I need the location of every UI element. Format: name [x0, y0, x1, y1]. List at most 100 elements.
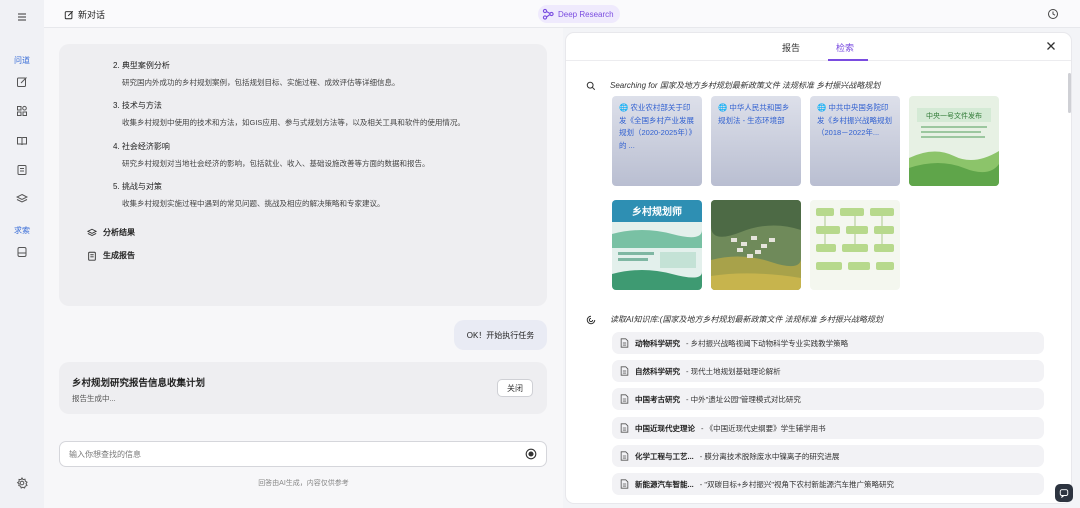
- plan-step-desc: 收集乡村规划中使用的技术和方法，如GIS应用、参与式规划方法等，以及相关工具和软…: [122, 118, 465, 127]
- doc-title: - 现代土地规划基础理论解析: [686, 366, 781, 376]
- rail-edit-button[interactable]: [0, 75, 44, 89]
- report-icon: [88, 251, 96, 261]
- action-analyze-results[interactable]: 分析结果: [87, 227, 135, 238]
- left-rail: 问道 求索: [0, 0, 44, 508]
- storage-icon: [17, 247, 27, 257]
- plan-step-desc: 研究乡村规划对当地社会经济的影响，包括就业、收入、基础设施改善等方面的数据和报告…: [122, 159, 430, 168]
- rail-grid-button[interactable]: [0, 104, 44, 118]
- history-icon[interactable]: [1047, 8, 1059, 20]
- list-item[interactable]: 动物科学研究 - 乡村振兴战略视阈下动物科学专业实践教学策略: [612, 332, 1044, 354]
- rail-storage-button[interactable]: [0, 245, 44, 259]
- document-icon: [620, 479, 629, 489]
- doc-title: - 中外"遗址公园"管理模式对比研究: [686, 394, 801, 404]
- thumb-heading: 乡村规划师: [632, 205, 682, 218]
- doc-category: 新能源汽车智能...: [635, 479, 694, 489]
- plan-step: 2. 典型案例分析 研究国内外成功的乡村规划案例，包括规划目标、实施过程、成效评…: [113, 60, 400, 87]
- search-query: 国家及地方乡村规划最新政策文件 法规标准 乡村振兴战略规划: [659, 81, 881, 90]
- menu-icon: [18, 13, 26, 21]
- close-icon[interactable]: [1045, 40, 1057, 52]
- layers-icon: [87, 228, 97, 236]
- panel-tabs: 报告 检索: [566, 33, 1071, 61]
- action-label: 分析结果: [103, 228, 135, 237]
- doc-category: 中国考古研究: [635, 394, 680, 404]
- document-icon: [620, 451, 629, 461]
- thumb-document-green[interactable]: 中央一号文件发布: [909, 96, 999, 186]
- rail-book-button[interactable]: [0, 134, 44, 148]
- plan-step-desc: 收集乡村规划实施过程中遇到的常见问题、挑战及相应的解决策略和专家建议。: [122, 199, 385, 208]
- top-bar: 新对话 Deep Research: [44, 0, 1080, 28]
- plan-step-title: 4. 社会经济影响: [113, 142, 170, 151]
- plan-step-title: 3. 技术与方法: [113, 101, 162, 110]
- doc-category: 动物科学研究: [635, 338, 680, 348]
- plan-card: 2. 典型案例分析 研究国内外成功的乡村规划案例，包括规划目标、实施过程、成效评…: [59, 44, 547, 306]
- search-result-link: 🌐 中华人民共和国乡规划法 - 生态环境部: [718, 103, 790, 125]
- doc-title: - 膜分离技术脱除废水中镍离子的研究进展: [699, 451, 840, 461]
- chat-input[interactable]: [69, 442, 509, 466]
- thumb-flowchart[interactable]: [810, 200, 900, 290]
- chat-panel: 2. 典型案例分析 研究国内外成功的乡村规划案例，包括规划目标、实施过程、成效评…: [44, 28, 563, 508]
- plan-step: 4. 社会经济影响 研究乡村规划对当地社会经济的影响，包括就业、收入、基础设施改…: [113, 141, 430, 168]
- edit-icon: [17, 77, 27, 87]
- document-icon: [620, 394, 629, 404]
- spinner-icon: [586, 315, 596, 324]
- tab-report[interactable]: 报告: [782, 41, 800, 54]
- status-card: 乡村规划研究报告信息收集计划 报告生成中... 关闭: [59, 362, 547, 414]
- scrollbar[interactable]: [1068, 73, 1071, 113]
- doc-category: 化学工程与工艺...: [635, 451, 694, 461]
- deep-research-label: Deep Research: [558, 9, 614, 19]
- new-chat-button[interactable]: 新对话: [64, 8, 105, 21]
- list-item[interactable]: 自然科学研究 - 现代土地规划基础理论解析: [612, 360, 1044, 382]
- plan-step: 3. 技术与方法 收集乡村规划中使用的技术和方法，如GIS应用、参与式规划方法等…: [113, 100, 465, 127]
- deep-research-badge[interactable]: Deep Research: [538, 5, 620, 23]
- search-result-card[interactable]: 🌐 农业农村部关于印发《全国乡村产业发展规划（2020-2025年）》的 ...: [612, 96, 702, 186]
- document-icon: [620, 338, 629, 348]
- kb-query: (国家及地方乡村规划最新政策文件 法规标准 乡村振兴战略规划: [659, 315, 883, 324]
- list-item[interactable]: 中国近现代史理论 - 《中国近现代史纲要》学生辅学用书: [612, 417, 1044, 439]
- document-icon: [620, 423, 629, 433]
- book-icon: [17, 137, 27, 146]
- doc-title: - 乡村振兴战略视阈下动物科学专业实践教学策略: [686, 338, 849, 348]
- doc-category: 自然科学研究: [635, 366, 680, 376]
- thumb-planner-poster[interactable]: 乡村规划师: [612, 200, 702, 290]
- tab-search[interactable]: 检索: [836, 41, 854, 54]
- layers-icon: [16, 193, 28, 203]
- search-result-card[interactable]: 🌐 中华人民共和国乡规划法 - 生态环境部: [711, 96, 801, 186]
- action-generate-report[interactable]: 生成报告: [87, 250, 135, 261]
- settings-icon: [16, 477, 28, 489]
- plan-step: 5. 挑战与对策 收集乡村规划实施过程中遇到的常见问题、挑战及相应的解决策略和专…: [113, 181, 385, 208]
- active-tab-indicator: [828, 59, 868, 61]
- settings-button[interactable]: [0, 476, 44, 490]
- doc-title: - 《中国近现代史纲要》学生辅学用书: [701, 423, 826, 433]
- search-icon: [586, 81, 596, 90]
- database-icon: [17, 165, 27, 175]
- list-item[interactable]: 新能源汽车智能... - "双碳目标+乡村振兴"视角下农村新能源汽车推广策略研究: [612, 473, 1044, 495]
- list-item[interactable]: 化学工程与工艺... - 膜分离技术脱除废水中镍离子的研究进展: [612, 445, 1044, 467]
- list-item[interactable]: 中国考古研究 - 中外"遗址公园"管理模式对比研究: [612, 388, 1044, 410]
- assistant-button[interactable]: [1055, 484, 1073, 502]
- search-result-link: 🌐 中共中央国务院印发《乡村振兴战略规划（2018－2022年...: [817, 103, 892, 137]
- rail-layers-button[interactable]: [0, 192, 44, 206]
- edit-icon: [64, 10, 74, 19]
- chat-bubble-icon: [1059, 489, 1069, 498]
- knowledge-base-status: 读取AI知识库:(国家及地方乡村规划最新政策文件 法规标准 乡村振兴战略规划: [586, 314, 883, 325]
- grid-icon: [17, 105, 27, 116]
- action-label: 生成报告: [103, 251, 135, 260]
- user-message: OK！开始执行任务: [454, 320, 547, 350]
- send-icon[interactable]: [525, 448, 537, 460]
- chat-input-box: [59, 441, 547, 467]
- rail-database-button[interactable]: [0, 163, 44, 177]
- thumb-heading: 中央一号文件发布: [926, 111, 982, 120]
- menu-button[interactable]: [0, 10, 44, 24]
- rail-section-wenda: 问道: [14, 55, 30, 65]
- doc-category: 中国近现代史理论: [635, 423, 695, 433]
- status-title: 乡村规划研究报告信息收集计划: [72, 378, 206, 389]
- close-button[interactable]: 关闭: [497, 379, 533, 397]
- document-icon: [620, 366, 629, 376]
- search-result-card[interactable]: 🌐 中共中央国务院印发《乡村振兴战略规划（2018－2022年...: [810, 96, 900, 186]
- thumb-village-aerial[interactable]: [711, 200, 801, 290]
- new-chat-label: 新对话: [78, 10, 106, 20]
- ai-disclaimer: 回答由AI生成，内容仅供参考: [258, 480, 349, 487]
- rail-section-qiusuo: 求索: [14, 225, 30, 235]
- plan-step-title: 2. 典型案例分析: [113, 61, 170, 70]
- search-prefix: Searching for: [610, 81, 658, 90]
